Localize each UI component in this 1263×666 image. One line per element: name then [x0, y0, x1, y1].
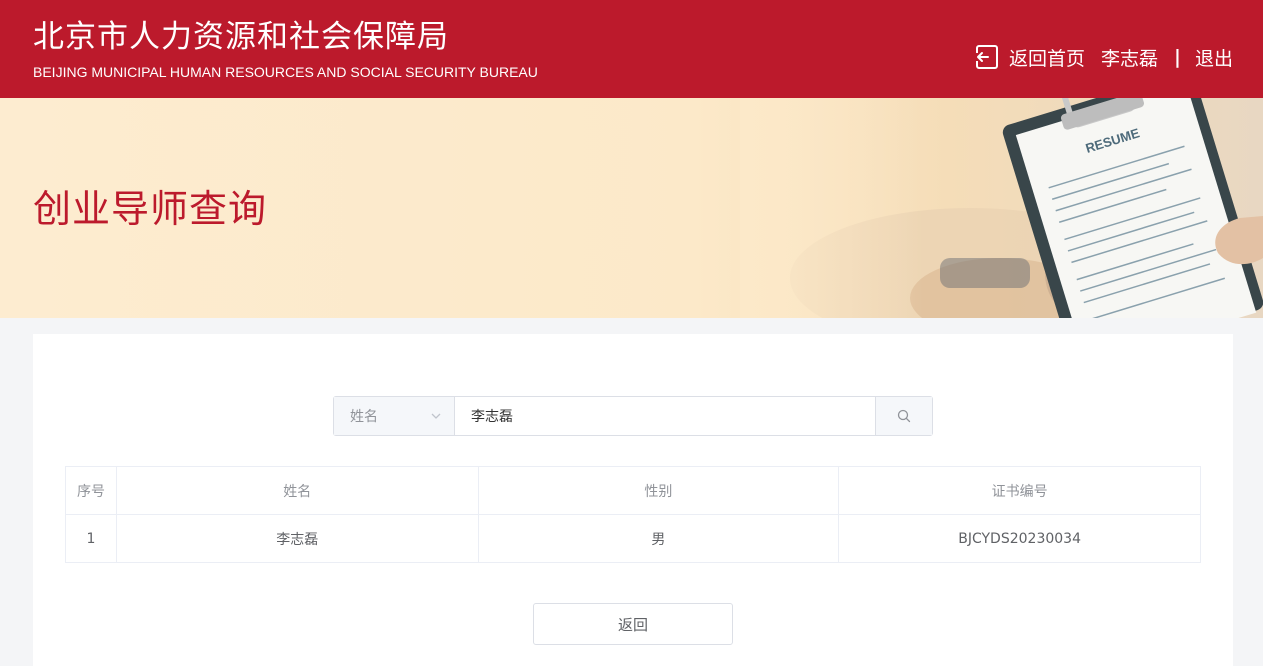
column-header-gender: 性别 — [477, 466, 840, 515]
page-banner: 创业导师查询 RESUME — [0, 98, 1263, 318]
chevron-down-icon — [431, 413, 441, 419]
search-bar: 姓名 — [333, 396, 933, 436]
home-link[interactable]: 返回首页 — [1009, 44, 1085, 71]
back-button[interactable]: 返回 — [533, 603, 733, 645]
exit-return-icon[interactable] — [975, 44, 999, 70]
cell-index: 1 — [65, 514, 117, 563]
search-field-selected: 姓名 — [350, 409, 378, 425]
column-header-name: 姓名 — [115, 466, 479, 515]
site-title-cn: 北京市人力资源和社会保障局 — [33, 19, 449, 55]
user-name: 李志磊 — [1101, 47, 1159, 70]
top-nav: 返回首页 李志磊 | 退出 — [975, 42, 1233, 72]
table-header-row: 序号 姓名 性别 证书编号 — [65, 466, 1201, 515]
cell-certificate: BJCYDS20230034 — [838, 514, 1201, 563]
page-title: 创业导师查询 — [33, 187, 268, 231]
site-title-en: BEIJING MUNICIPAL HUMAN RESOURCES AND SO… — [33, 64, 538, 80]
mentor-results-table: 序号 姓名 性别 证书编号 1 李志磊 男 BJCYDS20230034 — [65, 466, 1201, 563]
search-input[interactable] — [455, 397, 875, 435]
search-button[interactable] — [875, 397, 932, 435]
column-header-certificate: 证书编号 — [838, 466, 1201, 515]
cell-name: 李志磊 — [115, 514, 479, 563]
cell-gender: 男 — [477, 514, 840, 563]
logout-link[interactable]: 退出 — [1195, 44, 1233, 71]
resume-clipboard-illustration: RESUME — [740, 98, 1263, 318]
site-header: 北京市人力资源和社会保障局 BEIJING MUNICIPAL HUMAN RE… — [0, 0, 1263, 98]
column-header-index: 序号 — [65, 466, 117, 515]
table-row: 1 李志磊 男 BJCYDS20230034 — [65, 514, 1201, 563]
search-field-select[interactable]: 姓名 — [334, 397, 455, 435]
nav-divider: | — [1174, 46, 1181, 68]
content-card: 姓名 序号 姓名 性别 证书编号 1 李志磊 男 — [33, 334, 1233, 666]
search-icon — [897, 409, 911, 423]
